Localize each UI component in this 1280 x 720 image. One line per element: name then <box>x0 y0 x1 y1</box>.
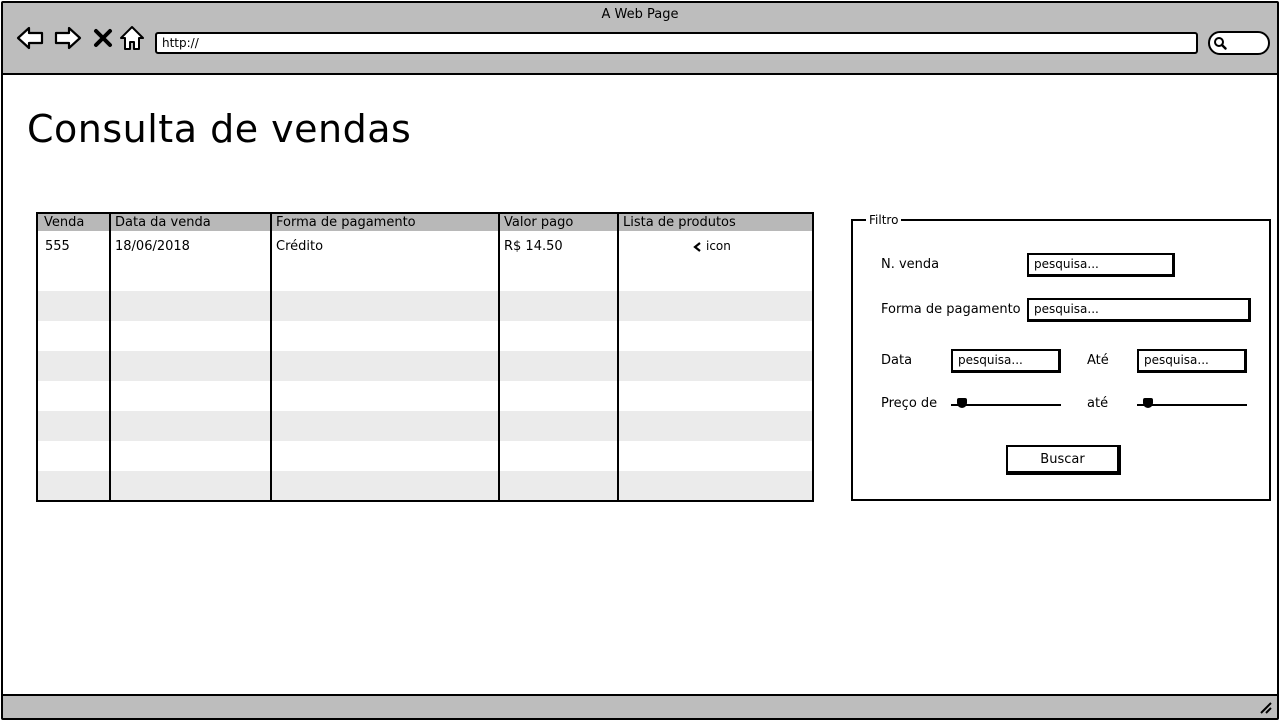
home-icon[interactable] <box>118 23 146 53</box>
column-header-data[interactable]: Data da venda <box>111 214 271 231</box>
search-icon <box>1214 37 1227 50</box>
ate-input[interactable]: pesquisa... <box>1137 349 1247 373</box>
column-divider <box>109 214 111 500</box>
table-row <box>38 291 812 321</box>
sales-table: Venda Data da venda Forma de pagamento V… <box>36 212 814 502</box>
column-header-valor[interactable]: Valor pago <box>500 214 618 231</box>
cell-produtos: icon <box>619 231 812 261</box>
column-divider <box>617 214 619 500</box>
forward-arrow-icon[interactable] <box>53 23 83 53</box>
status-bar <box>3 694 1277 718</box>
n-venda-input[interactable]: pesquisa... <box>1027 253 1175 277</box>
preco-ate-label: até <box>1087 396 1109 411</box>
buscar-button[interactable]: Buscar <box>1006 445 1121 475</box>
browser-search-field[interactable] <box>1208 31 1270 55</box>
n-venda-label: N. venda <box>881 257 940 272</box>
column-divider <box>270 214 272 500</box>
column-header-forma[interactable]: Forma de pagamento <box>272 214 498 231</box>
column-divider <box>498 214 500 500</box>
table-row[interactable]: 555 18/06/2018 Crédito R$ 14.50 icon <box>38 231 812 261</box>
filter-panel: Filtro N. venda pesquisa... Forma de pag… <box>851 212 1271 501</box>
back-arrow-icon[interactable] <box>15 23 45 53</box>
slider-thumb[interactable] <box>1143 398 1153 408</box>
page-title: Consulta de vendas <box>27 107 412 151</box>
browser-toolbar: A Web Page http:// <box>3 3 1277 75</box>
browser-window: A Web Page http:// Consulta de vendas Ve… <box>1 1 1279 720</box>
cell-venda: 555 <box>45 239 70 254</box>
resize-grip-icon[interactable] <box>1257 699 1273 715</box>
cell-valor: R$ 14.50 <box>504 239 563 254</box>
data-label: Data <box>881 353 913 368</box>
data-input[interactable]: pesquisa... <box>951 349 1061 373</box>
cell-forma: Crédito <box>276 239 324 254</box>
table-header: Venda Data da venda Forma de pagamento V… <box>38 214 812 231</box>
table-row <box>38 411 812 441</box>
ate-label: Até <box>1087 353 1109 368</box>
table-row <box>38 351 812 381</box>
table-row <box>38 471 812 500</box>
address-bar[interactable]: http:// <box>155 32 1198 54</box>
product-list-button[interactable]: icon <box>687 237 737 256</box>
close-icon[interactable] <box>91 23 115 53</box>
slider-thumb[interactable] <box>957 398 967 408</box>
column-header-venda[interactable]: Venda <box>40 214 110 231</box>
window-title: A Web Page <box>601 7 679 22</box>
cell-data: 18/06/2018 <box>115 239 190 254</box>
chevron-left-icon <box>693 241 701 252</box>
forma-pagamento-input[interactable]: pesquisa... <box>1027 298 1251 322</box>
column-header-produtos[interactable]: Lista de produtos <box>619 214 809 231</box>
preco-de-label: Preço de <box>881 396 938 411</box>
preco-max-slider[interactable] <box>1137 397 1247 413</box>
forma-pagamento-label: Forma de pagamento <box>881 302 1021 317</box>
preco-min-slider[interactable] <box>951 397 1061 413</box>
filter-legend: Filtro <box>866 212 902 228</box>
product-list-label: icon <box>706 239 731 253</box>
